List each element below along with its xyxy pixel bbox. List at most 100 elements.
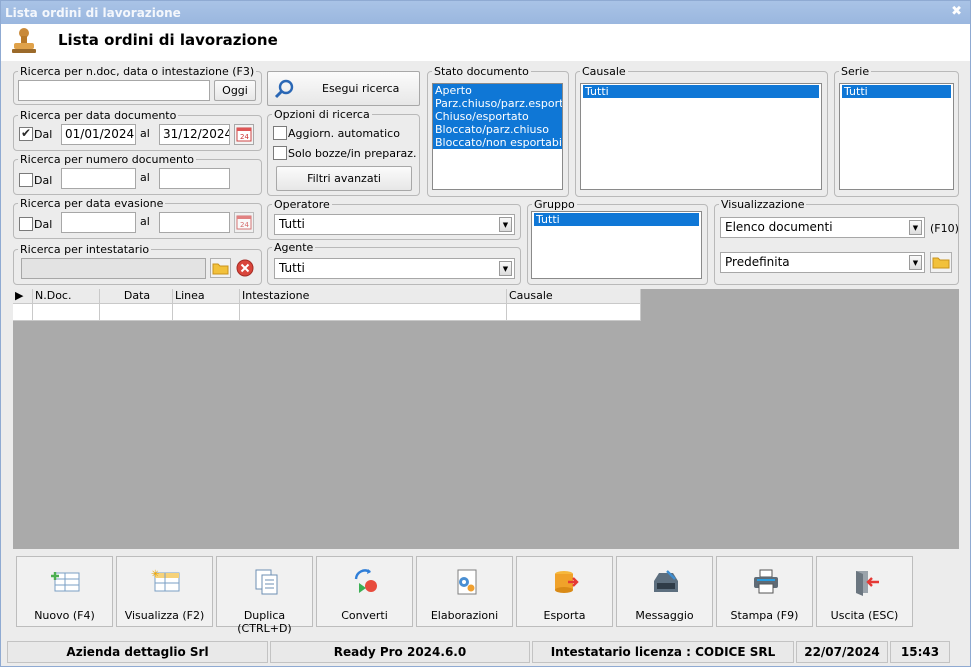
- evasion-to-field[interactable]: [159, 212, 230, 233]
- drafts-only-checkbox[interactable]: [273, 146, 287, 160]
- close-icon[interactable]: ✖: [951, 4, 962, 19]
- exit-button[interactable]: Uscita (ESC): [816, 556, 913, 627]
- table-header: ▶ N.Doc. Data Linea Intestazione Causale: [13, 289, 641, 304]
- list-item[interactable]: Bloccato/non esportabile: [433, 136, 562, 149]
- column-header[interactable]: N.Doc.: [33, 289, 100, 304]
- number-to-label: al: [140, 171, 150, 184]
- gruppo-legend: Gruppo: [534, 198, 575, 211]
- text-search-input[interactable]: [18, 80, 210, 101]
- list-item[interactable]: Tutti: [842, 85, 951, 98]
- clear-icon[interactable]: [235, 258, 255, 278]
- date-from-checkbox[interactable]: [19, 126, 33, 141]
- operatore-value: Tutti: [279, 217, 305, 231]
- date-from-label: Dal: [34, 128, 53, 141]
- agente-select[interactable]: Tutti ▼: [274, 258, 515, 279]
- list-item[interactable]: Aperto: [433, 84, 562, 97]
- chevron-down-icon[interactable]: ▼: [499, 261, 512, 276]
- calendar-icon[interactable]: 24: [234, 212, 254, 233]
- calendar-icon[interactable]: 24: [234, 124, 254, 145]
- number-search-legend: Ricerca per numero documento: [20, 153, 195, 166]
- serie-list[interactable]: Tutti: [839, 83, 954, 190]
- new-document-icon: [51, 572, 80, 592]
- evasion-from-label: Dal: [34, 218, 53, 231]
- status-version: Ready Pro 2024.6.0: [270, 641, 530, 663]
- message-inbox-icon: [654, 570, 678, 592]
- list-item[interactable]: Bloccato/parz.chiuso: [433, 123, 562, 136]
- table-cell[interactable]: [100, 304, 173, 321]
- list-item[interactable]: Chiuso/esportato: [433, 110, 562, 123]
- date-search-legend: Ricerca per data documento: [20, 109, 177, 122]
- column-header[interactable]: Linea: [173, 289, 240, 304]
- number-from-field[interactable]: [61, 168, 136, 189]
- documents-table[interactable]: ▶ N.Doc. Data Linea Intestazione Causale: [13, 289, 641, 321]
- table-cell[interactable]: [507, 304, 641, 321]
- view-select-value: Elenco documenti: [725, 220, 833, 234]
- auto-refresh-label: Aggiorn. automatico: [288, 127, 400, 140]
- operatore-select[interactable]: Tutti ▼: [274, 214, 515, 235]
- number-to-field[interactable]: [159, 168, 230, 189]
- column-header[interactable]: Data: [100, 289, 173, 304]
- causale-list[interactable]: Tutti: [580, 83, 822, 190]
- date-from-field[interactable]: 01/01/2024: [61, 124, 136, 145]
- number-from-label: Dal: [34, 174, 53, 187]
- status-date: 22/07/2024: [796, 641, 888, 663]
- view-select[interactable]: Elenco documenti ▼: [720, 217, 925, 238]
- message-button[interactable]: Messaggio: [616, 556, 713, 627]
- duplicate-button-label: Duplica (CTRL+D): [237, 609, 292, 635]
- view-button[interactable]: ✳ Visualizza (F2): [116, 556, 213, 627]
- column-header[interactable]: Intestazione: [240, 289, 507, 304]
- serie-legend: Serie: [841, 65, 870, 78]
- page-title: Lista ordini di lavorazione: [58, 31, 278, 49]
- chevron-down-icon[interactable]: ▼: [499, 217, 512, 232]
- date-to-field[interactable]: 31/12/2024: [159, 124, 230, 145]
- today-button[interactable]: Oggi: [214, 80, 256, 101]
- search-button[interactable]: Esegui ricerca: [267, 71, 420, 106]
- layout-select[interactable]: Predefinita ▼: [720, 252, 925, 273]
- list-item[interactable]: Parz.chiuso/parz.esportato: [433, 97, 562, 110]
- doc-status-legend: Stato documento: [434, 65, 529, 78]
- folder-icon[interactable]: [930, 252, 952, 273]
- number-from-checkbox[interactable]: [19, 173, 33, 187]
- holder-search-field[interactable]: [21, 258, 206, 279]
- table-row[interactable]: [13, 304, 641, 321]
- printer-icon: [754, 569, 778, 594]
- options-legend: Opzioni di ricerca: [274, 108, 370, 121]
- title-bar: Lista ordini di lavorazione ✖: [1, 1, 970, 24]
- new-button[interactable]: Nuovo (F4): [16, 556, 113, 627]
- column-header[interactable]: Causale: [507, 289, 641, 304]
- svg-text:24: 24: [240, 133, 249, 141]
- doc-status-list[interactable]: Aperto Parz.chiuso/parz.esportato Chiuso…: [432, 83, 563, 190]
- duplicate-button[interactable]: Duplica (CTRL+D): [216, 556, 313, 635]
- gruppo-list[interactable]: Tutti: [531, 211, 702, 279]
- auto-refresh-checkbox[interactable]: [273, 126, 287, 140]
- view-grid-icon: ✳: [151, 569, 180, 592]
- print-button[interactable]: Stampa (F9): [716, 556, 813, 627]
- export-database-icon: [555, 571, 579, 593]
- row-indicator-icon: ▶: [13, 289, 33, 304]
- documents-grid[interactable]: ▶ N.Doc. Data Linea Intestazione Causale: [13, 289, 959, 549]
- list-item[interactable]: Tutti: [534, 213, 699, 226]
- table-cell[interactable]: [33, 304, 100, 321]
- convert-button[interactable]: Converti: [316, 556, 413, 627]
- search-button-label: Esegui ricerca: [322, 82, 400, 95]
- evasion-from-checkbox[interactable]: [19, 217, 33, 231]
- advanced-filters-button[interactable]: Filtri avanzati: [276, 166, 412, 191]
- date-to-label: al: [140, 127, 150, 140]
- processing-button[interactable]: Elaborazioni: [416, 556, 513, 627]
- table-cell[interactable]: [240, 304, 507, 321]
- export-button[interactable]: Esporta: [516, 556, 613, 627]
- status-company: Azienda dettaglio Srl: [7, 641, 268, 663]
- table-cell[interactable]: [13, 304, 33, 321]
- list-item[interactable]: Tutti: [583, 85, 819, 98]
- table-cell[interactable]: [173, 304, 240, 321]
- new-button-label: Nuovo (F4): [34, 609, 95, 622]
- text-search-legend: Ricerca per n.doc, data o intestazione (…: [20, 65, 255, 78]
- chevron-down-icon[interactable]: ▼: [909, 255, 922, 270]
- folder-icon[interactable]: [210, 258, 231, 278]
- agente-value: Tutti: [279, 261, 305, 275]
- chevron-down-icon[interactable]: ▼: [909, 220, 922, 235]
- evasion-from-field[interactable]: [61, 212, 136, 233]
- view-legend: Visualizzazione: [721, 198, 805, 211]
- svg-text:✳: ✳: [151, 569, 159, 580]
- print-button-label: Stampa (F9): [730, 609, 799, 622]
